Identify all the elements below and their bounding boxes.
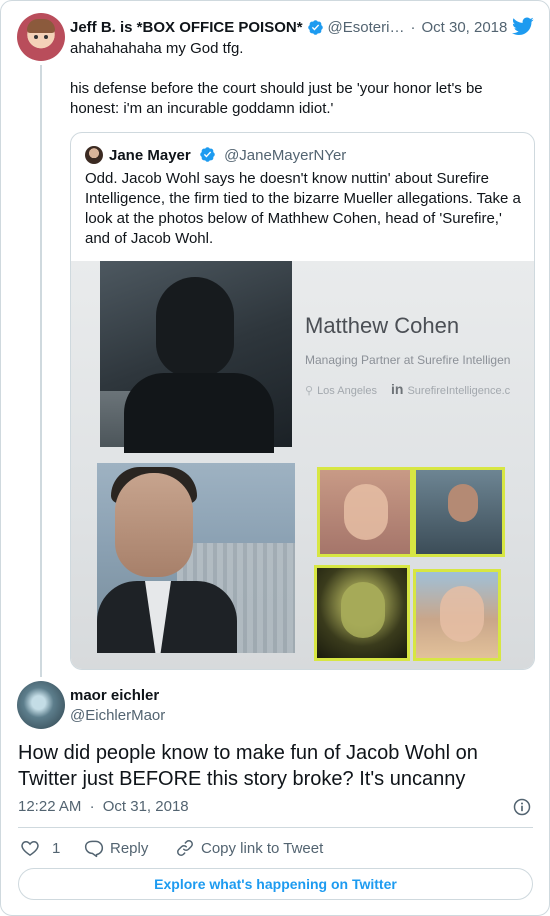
heart-icon [21, 840, 39, 856]
quoted-tweet[interactable]: Jane Mayer @JaneMayerNYer Odd. Jacob Woh… [70, 132, 535, 670]
like-button[interactable]: 1 [20, 837, 60, 859]
photo-selfie [97, 463, 295, 653]
thread-line [40, 65, 42, 677]
photo-website: SurefireIntelligence.c [407, 385, 511, 397]
reply-label: Reply [110, 839, 149, 857]
separator-dot: · [89, 798, 95, 815]
link-icon [177, 840, 193, 856]
quoted-display-name[interactable]: Jane Mayer [109, 147, 191, 164]
quoted-tweet-photo[interactable]: Matthew Cohen Managing Partner at Surefi… [71, 261, 534, 669]
divider [18, 827, 533, 828]
quoted-tweet-header: Jane Mayer @JaneMayerNYer [109, 146, 346, 164]
embedded-tweet-card: Jeff B. is *BOX OFFICE POISON* @Esoteri…… [0, 0, 550, 916]
parent-handle[interactable]: @Esoteri… [328, 19, 405, 36]
reply-tweet-text: How did people know to make fun of Jacob… [18, 742, 478, 790]
reply-handle[interactable]: @EichlerMaor [70, 707, 165, 724]
photo-profile-meta: ⚲ Los Angeles in SurefireIntelligence.c [305, 381, 510, 397]
explore-button[interactable]: Explore what's happening on Twitter [18, 868, 533, 900]
copy-link-label: Copy link to Tweet [201, 839, 324, 857]
quoted-avatar[interactable] [85, 146, 103, 164]
reply-display-name[interactable]: maor eichler [70, 687, 159, 704]
reply-icon [84, 840, 104, 858]
parent-avatar[interactable] [17, 13, 65, 61]
copy-link-button[interactable]: Copy link to Tweet [175, 837, 323, 859]
photo-profile-silhouette [100, 261, 292, 453]
twitter-bird-icon[interactable] [511, 15, 535, 37]
verified-badge-icon [307, 19, 323, 35]
verified-badge-icon [200, 147, 215, 162]
quoted-handle[interactable]: @JaneMayerNYer [224, 147, 346, 164]
reply-button[interactable]: Reply [84, 837, 148, 859]
info-icon[interactable] [512, 797, 532, 817]
parent-tweet-text-line2: his defense before the court should just… [70, 80, 483, 117]
photo-grid-tile [314, 565, 410, 661]
linkedin-icon: in [391, 381, 404, 397]
parent-tweet-text-line1: ahahahahaha my God tfg. [70, 40, 244, 57]
parent-tweet-header: Jeff B. is *BOX OFFICE POISON* @Esoteri…… [70, 17, 535, 37]
photo-profile-name: Matthew Cohen [305, 313, 460, 338]
location-pin-icon: ⚲ [305, 385, 314, 397]
reply-date: Oct 31, 2018 [102, 798, 189, 815]
photo-location: Los Angeles [317, 385, 377, 397]
reply-avatar[interactable] [17, 681, 65, 729]
parent-date[interactable]: Oct 30, 2018 [421, 19, 507, 36]
photo-grid-tile [413, 467, 505, 557]
photo-grid-tile [413, 569, 501, 661]
photo-grid-tile [317, 467, 413, 557]
parent-display-name[interactable]: Jeff B. is *BOX OFFICE POISON* [70, 19, 303, 36]
quoted-tweet-text: Odd. Jacob Wohl says he doesn't know nut… [85, 170, 521, 247]
separator-dot: · [410, 18, 416, 36]
like-count: 1 [52, 839, 61, 857]
reply-time: 12:22 AM [18, 798, 82, 815]
reply-timestamp[interactable]: 12:22 AM · Oct 31, 2018 [18, 798, 189, 815]
photo-profile-role: Managing Partner at Surefire Intelligen [305, 353, 511, 367]
